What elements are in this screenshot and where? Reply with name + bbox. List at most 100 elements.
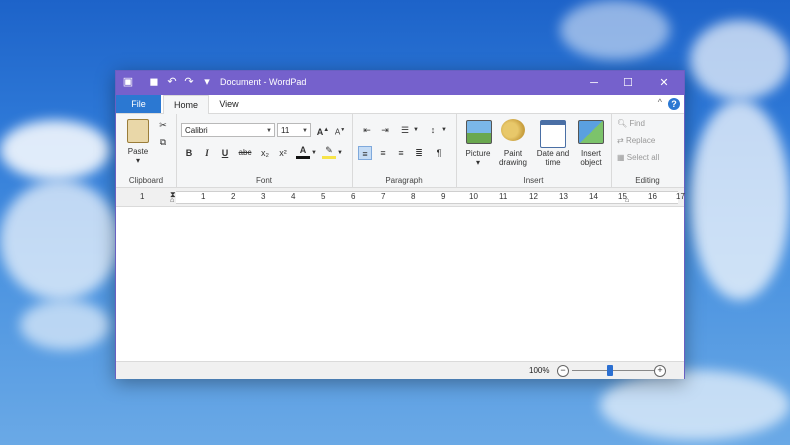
align-right-icon[interactable]: ≡ — [394, 146, 408, 160]
insert-group: Picture ▾ Paint drawing Date and time In… — [456, 114, 612, 187]
grow-font-icon[interactable]: A▲ — [316, 123, 330, 137]
highlight-dropdown-icon[interactable]: ▼ — [336, 146, 344, 160]
paint-drawing-icon[interactable] — [501, 119, 525, 141]
editing-group: 🔍︎ Find ⇄ Replace ▦ Select all Editing — [611, 114, 684, 187]
paint-drawing-label-1: Paint — [503, 149, 523, 158]
select-all-button[interactable]: ▦ Select all — [617, 153, 659, 162]
cloud — [0, 120, 110, 180]
cloud — [20, 300, 110, 350]
ruler-number: 13 — [559, 192, 568, 201]
zoom-slider-thumb[interactable] — [607, 365, 613, 376]
paint-drawing-button[interactable]: Paint drawing — [492, 149, 534, 167]
minimize-icon[interactable]: ─ — [580, 74, 608, 92]
select-all-icon: ▦ — [617, 153, 625, 162]
replace-label: Replace — [625, 136, 656, 145]
font-size-select[interactable]: 11 ▼ — [277, 123, 311, 137]
app-icon[interactable]: ▣ — [122, 76, 134, 88]
tab-home[interactable]: Home — [163, 95, 209, 114]
insert-object-button[interactable]: Insert object — [572, 149, 610, 167]
line-spacing-icon[interactable]: ↕ — [426, 123, 440, 137]
paste-icon[interactable] — [127, 119, 149, 143]
tab-view[interactable]: View — [212, 95, 246, 113]
highlight-color-icon[interactable]: ✎ — [322, 144, 336, 159]
ruler-number: 11 — [499, 192, 508, 201]
find-icon: 🔍︎ — [617, 119, 628, 128]
insert-object-icon[interactable] — [578, 120, 604, 144]
strikethrough-button[interactable]: abc — [236, 146, 254, 160]
indent-marker[interactable]: ⌂ — [170, 197, 174, 204]
ruler-number: 1 — [201, 192, 206, 201]
align-center-icon[interactable]: ≡ — [376, 146, 390, 160]
line-spacing-dropdown-icon[interactable]: ▼ — [440, 123, 448, 137]
font-family-select[interactable]: Calibri ▼ — [181, 123, 275, 137]
decrease-indent-icon[interactable]: ⇤ — [360, 123, 374, 137]
paste-dropdown-icon[interactable]: ▾ — [124, 156, 152, 165]
italic-button[interactable]: I — [200, 146, 214, 160]
collapse-ribbon-icon[interactable]: ^ — [658, 97, 662, 107]
paragraph-settings-icon[interactable]: ¶ — [432, 146, 446, 160]
chevron-down-icon: ▼ — [266, 128, 272, 134]
tab-file[interactable]: File — [116, 95, 161, 113]
insert-object-label-1: Insert — [580, 149, 601, 158]
right-margin-marker[interactable]: ⌂ — [625, 197, 629, 204]
font-group-label: Font — [255, 176, 272, 185]
paragraph-group: ⇤ ⇥ ☰ ▼ ↕ ▼ ≡ ≡ ≡ ≣ ¶ Paragraph — [352, 114, 457, 187]
date-time-icon[interactable] — [540, 120, 566, 148]
bold-button[interactable]: B — [182, 146, 196, 160]
close-icon[interactable]: ✕ — [650, 74, 678, 92]
subscript-button[interactable]: x₂ — [258, 146, 272, 160]
ruler-strip — [176, 191, 678, 204]
date-time-label-2: time — [545, 158, 561, 167]
ruler-number: 12 — [529, 192, 538, 201]
find-label: Find — [629, 119, 645, 128]
justify-icon[interactable]: ≣ — [412, 146, 426, 160]
font-family-value: Calibri — [185, 126, 208, 135]
bullets-dropdown-icon[interactable]: ▼ — [412, 123, 420, 137]
chevron-down-icon: ▼ — [302, 128, 308, 134]
customize-quick-access-icon[interactable]: ▾ — [201, 76, 213, 88]
ruler[interactable]: ⧗ 1 1 2 3 4 5 6 7 8 9 10 11 12 13 14 15 … — [116, 188, 685, 207]
paste-button[interactable]: Paste — [124, 147, 152, 156]
superscript-button[interactable]: x² — [276, 146, 290, 160]
paragraph-group-label: Paragraph — [385, 176, 423, 185]
save-icon[interactable]: ◼ — [148, 76, 160, 88]
clipboard-group: Paste ▾ ✂ ⧉ Clipboard — [116, 114, 177, 187]
ruler-number: 9 — [441, 192, 446, 201]
document-area[interactable] — [116, 207, 684, 360]
find-button[interactable]: 🔍︎ Find — [617, 119, 645, 128]
date-time-label-1: Date and — [536, 149, 570, 158]
ruler-number: 5 — [321, 192, 326, 201]
cloud — [0, 180, 120, 300]
ruler-number: 17 — [676, 192, 685, 201]
copy-icon[interactable]: ⧉ — [156, 135, 170, 149]
redo-icon[interactable]: ↷ — [183, 76, 195, 88]
help-icon[interactable]: ? — [668, 98, 680, 110]
ruler-number: 2 — [231, 192, 236, 201]
zoom-in-icon[interactable]: + — [654, 365, 666, 377]
insert-group-label: Insert — [523, 176, 544, 185]
zoom-slider-track[interactable] — [572, 370, 654, 371]
replace-button[interactable]: ⇄ Replace — [617, 136, 655, 145]
font-size-value: 11 — [281, 126, 290, 135]
select-all-label: Select all — [626, 153, 660, 162]
ruler-number: 14 — [589, 192, 598, 201]
cloud — [560, 0, 670, 60]
title-bar: ▣ ◼ ↶ ↷ ▾ Document - WordPad ─ ☐ ✕ — [116, 71, 684, 95]
zoom-out-icon[interactable]: − — [557, 365, 569, 377]
increase-indent-icon[interactable]: ⇥ — [378, 123, 392, 137]
zoom-level: 100% — [529, 366, 550, 375]
window-title: Document - WordPad — [220, 77, 307, 87]
bullets-icon[interactable]: ☰ — [398, 123, 412, 137]
editing-group-label: Editing — [635, 176, 660, 185]
date-time-button[interactable]: Date and time — [534, 149, 572, 167]
maximize-icon[interactable]: ☐ — [614, 74, 642, 92]
shrink-font-icon[interactable]: A▼ — [333, 123, 347, 137]
undo-icon[interactable]: ↶ — [166, 76, 178, 88]
align-left-icon[interactable]: ≡ — [358, 146, 372, 160]
text-color-icon[interactable]: A — [296, 144, 310, 159]
cut-icon[interactable]: ✂ — [156, 118, 170, 132]
text-color-dropdown-icon[interactable]: ▼ — [310, 146, 318, 160]
font-group: Calibri ▼ 11 ▼ A▲ A▼ B I U abc x₂ x² A ▼… — [176, 114, 353, 187]
underline-button[interactable]: U — [218, 146, 232, 160]
picture-icon[interactable] — [466, 120, 492, 144]
